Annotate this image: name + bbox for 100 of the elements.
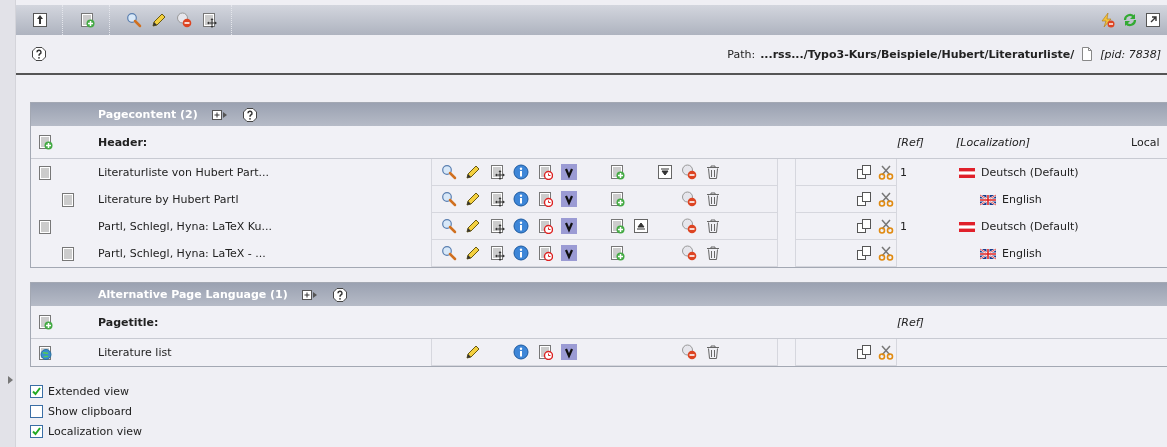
new-record-icon[interactable]	[37, 314, 53, 330]
info-icon[interactable]	[513, 164, 529, 180]
history-icon[interactable]	[537, 245, 553, 261]
column-header: Pagetitle:	[98, 315, 160, 329]
visibility-icon[interactable]	[561, 164, 577, 180]
history-icon[interactable]	[537, 191, 553, 207]
copy-icon[interactable]	[856, 164, 872, 180]
lightning-icon[interactable]	[1099, 12, 1115, 28]
cut-icon[interactable]	[878, 164, 894, 180]
new-record-icon[interactable]	[609, 191, 625, 207]
move-up-icon[interactable]	[633, 218, 649, 234]
new-record-icon[interactable]	[609, 164, 625, 180]
checkbox[interactable]	[30, 384, 43, 398]
checkbox[interactable]	[30, 424, 43, 438]
bulb-minus-icon[interactable]	[176, 12, 192, 28]
copy-icon[interactable]	[856, 218, 872, 234]
document-move-icon[interactable]	[489, 218, 505, 234]
language-label: Deutsch (Default)	[981, 220, 1079, 233]
pencil-icon[interactable]	[465, 245, 481, 261]
move-down-icon[interactable]	[657, 164, 673, 180]
checkbox[interactable]	[30, 404, 43, 418]
help-icon[interactable]	[331, 286, 348, 303]
trash-icon[interactable]	[705, 245, 721, 261]
checkbox-label: Show clipboard	[48, 404, 133, 418]
language-label: Deutsch (Default)	[981, 166, 1079, 179]
new-record-icon[interactable]	[609, 218, 625, 234]
record-title[interactable]: Partl, Schlegl, Hyna: LaTeX Ku...	[98, 220, 431, 233]
info-icon[interactable]	[513, 191, 529, 207]
trash-icon[interactable]	[705, 344, 721, 360]
cut-icon[interactable]	[878, 344, 894, 360]
reference-count: 1	[899, 166, 908, 179]
visibility-icon[interactable]	[561, 344, 577, 360]
record-title[interactable]: Literature list	[98, 346, 431, 359]
cut-icon[interactable]	[878, 245, 894, 261]
path-label: Path:	[727, 47, 756, 61]
info-icon[interactable]	[513, 218, 529, 234]
document-move-icon[interactable]	[201, 12, 217, 28]
info-icon[interactable]	[513, 344, 529, 360]
pencil-icon[interactable]	[465, 344, 481, 360]
document-move-icon[interactable]	[489, 245, 505, 261]
view-icon[interactable]	[441, 245, 457, 261]
column-header: Header:	[98, 135, 149, 149]
globe-page-icon[interactable]	[37, 344, 53, 361]
collapse-arrow-icon[interactable]	[8, 376, 13, 384]
checkbox-label: Extended view	[48, 384, 130, 398]
cut-icon[interactable]	[878, 191, 894, 207]
document-move-icon[interactable]	[489, 191, 505, 207]
info-icon[interactable]	[513, 245, 529, 261]
help-icon[interactable]	[241, 106, 258, 123]
copy-icon[interactable]	[856, 245, 872, 261]
history-icon[interactable]	[537, 218, 553, 234]
trash-icon[interactable]	[705, 218, 721, 234]
help-icon[interactable]	[31, 46, 47, 62]
pencil-icon[interactable]	[465, 218, 481, 234]
content-element-icon[interactable]	[60, 245, 76, 262]
page-path: ...rss.../Typo3-Kurs/Beispiele/Hubert/Literaturliste/	[760, 47, 1075, 61]
up-level-icon[interactable]	[32, 12, 48, 28]
language-label: English	[1002, 193, 1042, 206]
pencil-icon[interactable]	[465, 191, 481, 207]
view-icon[interactable]	[441, 218, 457, 234]
bulb-minus-icon[interactable]	[681, 245, 697, 261]
pencil-icon[interactable]	[151, 12, 167, 28]
pencil-icon[interactable]	[465, 164, 481, 180]
bulb-minus-icon[interactable]	[681, 218, 697, 234]
copy-icon[interactable]	[856, 344, 872, 360]
search-icon[interactable]	[126, 12, 142, 28]
copy-icon[interactable]	[856, 191, 872, 207]
trash-icon[interactable]	[705, 191, 721, 207]
section-title: Pagecontent (2)	[98, 108, 198, 121]
column-header: [Ref]	[897, 135, 925, 149]
record-title[interactable]: Partl, Schlegl, Hyna: LaTeX - ...	[98, 247, 431, 260]
bulb-minus-icon[interactable]	[681, 164, 697, 180]
content-element-icon[interactable]	[60, 191, 76, 208]
history-icon[interactable]	[537, 344, 553, 360]
new-record-icon[interactable]	[37, 134, 53, 150]
flag-icon	[980, 245, 996, 262]
view-icon[interactable]	[441, 191, 457, 207]
flag-icon	[980, 191, 996, 208]
reference-count: 1	[899, 220, 908, 233]
new-record-icon[interactable]	[79, 12, 95, 28]
history-icon[interactable]	[537, 164, 553, 180]
view-icon[interactable]	[441, 164, 457, 180]
visibility-icon[interactable]	[561, 191, 577, 207]
content-element-icon[interactable]	[37, 218, 53, 235]
column-header: [Ref]	[897, 315, 925, 329]
new-record-icon[interactable]	[609, 245, 625, 261]
visibility-icon[interactable]	[561, 245, 577, 261]
document-move-icon[interactable]	[489, 164, 505, 180]
cut-icon[interactable]	[878, 218, 894, 234]
bulb-minus-icon[interactable]	[681, 191, 697, 207]
content-element-icon[interactable]	[37, 164, 53, 181]
bulb-minus-icon[interactable]	[681, 344, 697, 360]
column-header: Local	[1131, 135, 1161, 149]
column-header: [Localization]	[956, 135, 1031, 149]
visibility-icon[interactable]	[561, 218, 577, 234]
trash-icon[interactable]	[705, 164, 721, 180]
language-label: English	[1002, 247, 1042, 260]
record-title[interactable]: Literaturliste von Hubert Part...	[98, 166, 431, 179]
section-title: Alternative Page Language (1)	[98, 288, 288, 301]
record-title[interactable]: Literature by Hubert Partl	[98, 193, 431, 206]
